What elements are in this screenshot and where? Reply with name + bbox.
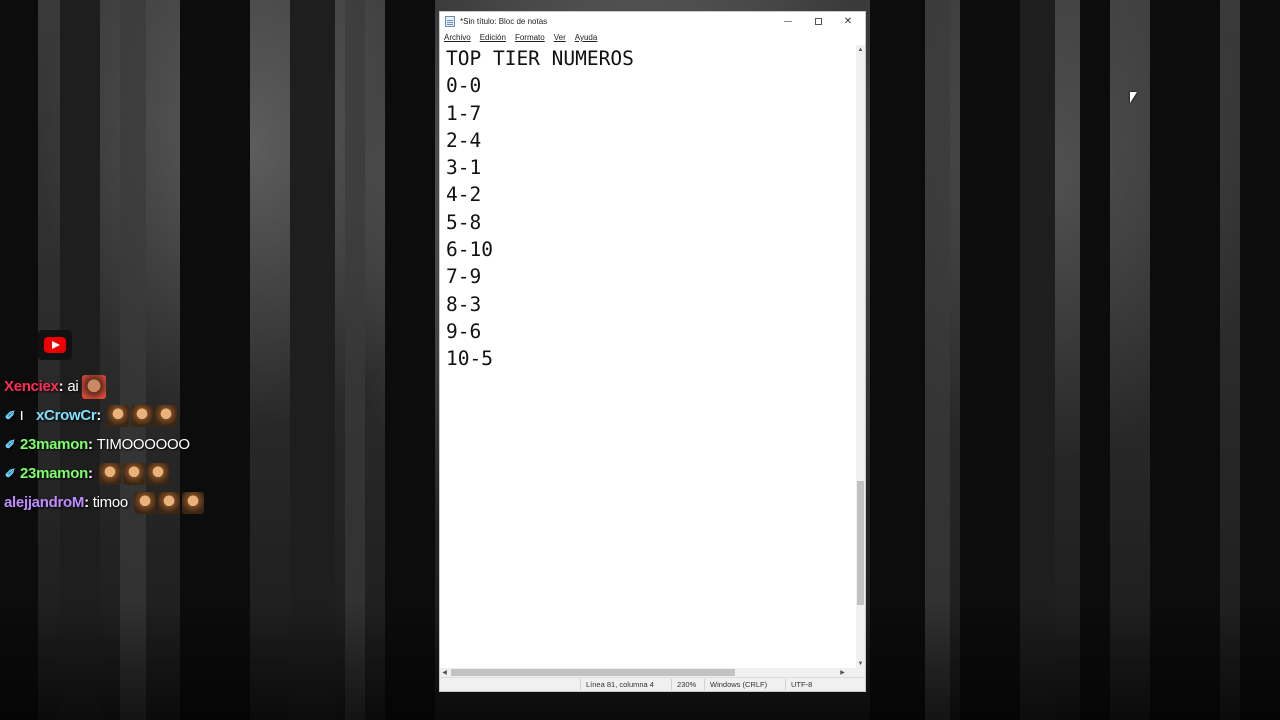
youtube-icon (38, 330, 72, 360)
minimize-icon (784, 21, 792, 22)
sword-badge-icon: ✐ (4, 407, 16, 423)
vertical-scrollbar[interactable]: ▲ ▼ (856, 45, 865, 668)
scroll-down-arrow-icon[interactable]: ▼ (856, 659, 865, 668)
vertical-scroll-thumb[interactable] (857, 481, 864, 605)
text-editor[interactable]: TOP TIER NUMEROS 0-0 1-7 2-4 3-1 4-2 5-8… (440, 45, 856, 668)
bar-badge-icon: ǀ (20, 408, 24, 423)
emote-icon (155, 404, 178, 427)
chat-message: ✐ 23mamon: TIMOOOOOO (4, 436, 190, 453)
text-line: 5-8 (446, 210, 482, 234)
text-line: 7-9 (446, 265, 482, 289)
scroll-up-arrow-icon[interactable]: ▲ (856, 45, 865, 54)
menu-ayuda[interactable]: Ayuda (575, 33, 598, 42)
chat-message: ✐ ǀ xCrowCr: (4, 401, 204, 430)
maximize-button[interactable] (803, 12, 833, 31)
chat-message: Xenciex: ai (4, 372, 204, 401)
window-title: *Sin título: Bloc de notas (460, 17, 548, 26)
notepad-window: *Sin título: Bloc de notas ✕ Archivo Edi… (439, 11, 866, 692)
encoding: UTF-8 (791, 680, 813, 689)
text-line: 10-5 (446, 347, 493, 371)
emote-icon (131, 404, 154, 427)
line-ending: Windows (CRLF) (710, 680, 768, 689)
emote-icon (98, 462, 121, 485)
sword-badge-icon: ✐ (4, 436, 16, 452)
scroll-left-arrow-icon[interactable]: ◀ (440, 668, 449, 677)
chat-username: Xenciex (4, 378, 59, 395)
emote-icon (133, 491, 156, 514)
emote-icon (146, 462, 169, 485)
scroll-right-arrow-icon[interactable]: ▶ (838, 668, 847, 677)
close-icon: ✕ (843, 16, 853, 27)
text-line: 3-1 (446, 156, 482, 180)
sword-badge-icon: ✐ (4, 465, 16, 481)
cursor-position: Línea 81, columna 4 (586, 680, 654, 689)
menu-bar: Archivo Edición Formato Ver Ayuda (440, 31, 865, 44)
emote-icon (82, 374, 107, 399)
text-line: 1-7 (446, 101, 482, 125)
text-line: 4-2 (446, 183, 482, 207)
scrollbar-corner (856, 668, 865, 677)
chat-username: 23mamon (20, 465, 88, 482)
mouse-cursor-icon (1130, 92, 1137, 103)
menu-formato[interactable]: Formato (515, 33, 545, 42)
horizontal-scroll-thumb[interactable] (451, 669, 735, 676)
menu-archivo[interactable]: Archivo (444, 33, 471, 42)
chat-text: TIMOOOOOO (96, 436, 190, 453)
chat-message: ✐ 23mamon: (4, 459, 204, 488)
chat-text: ai (67, 378, 79, 395)
emote-icon (181, 491, 204, 514)
text-line: 6-10 (446, 238, 493, 262)
notepad-icon (445, 16, 455, 27)
emote-icon (107, 404, 130, 427)
menu-edicion[interactable]: Edición (480, 33, 506, 42)
text-line: 2-4 (446, 128, 482, 152)
minimize-button[interactable] (773, 12, 803, 31)
title-bar[interactable]: *Sin título: Bloc de notas ✕ (440, 12, 865, 31)
chat-overlay: Xenciex: ai ✐ ǀ xCrowCr: ✐ 23mamon: TIMO… (4, 372, 204, 517)
emote-icon (157, 491, 180, 514)
text-line: 9-6 (446, 319, 482, 343)
horizontal-scrollbar[interactable]: ◀ ▶ (440, 668, 856, 677)
chat-username: xCrowCr (36, 407, 97, 424)
zoom-level: 230% (677, 680, 697, 689)
status-bar: Línea 81, columna 4 230% Windows (CRLF) … (440, 677, 865, 691)
menu-ver[interactable]: Ver (554, 33, 566, 42)
close-button[interactable]: ✕ (833, 12, 863, 31)
text-line: TOP TIER NUMEROS (446, 47, 634, 70)
text-line: 0-0 (446, 74, 482, 98)
maximize-icon (814, 18, 822, 25)
emote-icon (122, 462, 145, 485)
chat-username: 23mamon (20, 436, 88, 453)
chat-text: timoo (92, 494, 128, 511)
text-line: 8-3 (446, 292, 482, 316)
chat-message: alejjandroM: timoo (4, 488, 204, 517)
chat-username: alejjandroM (4, 494, 85, 511)
